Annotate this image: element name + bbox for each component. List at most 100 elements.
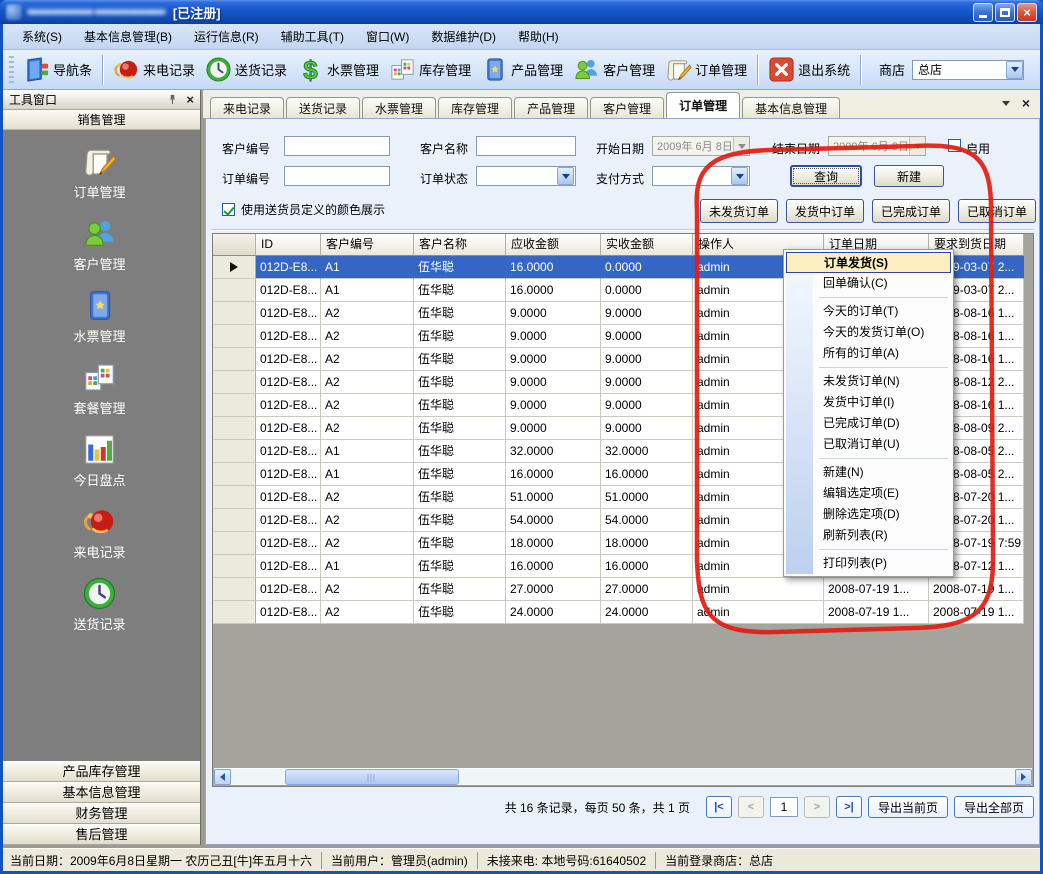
delivery-color-checkbox[interactable] [222,203,235,216]
column-header-应收金额[interactable]: 应收金额 [506,234,601,256]
context-menu-item-7[interactable]: 未发货订单(N) [786,371,951,392]
context-menu-item-8[interactable]: 发货中订单(I) [786,392,951,413]
context-menu-item-14[interactable]: 删除选定项(D) [786,504,951,525]
toolbar-button-dollar[interactable]: $水票管理 [292,54,384,85]
status-filter-button-0[interactable]: 未发货订单 [700,199,778,223]
start-date-picker[interactable]: 2009年 6月 8日 [652,136,750,156]
new-button[interactable]: 新建 [874,165,944,187]
order-status-select[interactable] [476,166,576,186]
query-button[interactable]: 查询 [790,165,862,187]
tool-window-close-button[interactable]: × [186,94,194,105]
sidebar-item-来电记录[interactable]: 来电记录 [3,504,196,561]
tab-基本信息管理[interactable]: 基本信息管理 [742,97,840,118]
toolbar-button-bell[interactable]: 来电记录 [108,54,200,85]
sidebar-group-产品库存管理[interactable]: 产品库存管理 [3,761,200,782]
end-date-picker[interactable]: 2009年 6月 8日 [828,136,926,156]
sidebar-group-基本信息管理[interactable]: 基本信息管理 [3,782,200,803]
shop-dropdown-icon[interactable] [1006,61,1023,79]
toolbar-button-clock[interactable]: 送货记录 [200,54,292,85]
toolbar-button-book[interactable]: 产品管理 [476,54,568,85]
scrollbar-thumb[interactable] [285,769,459,785]
end-date-dropdown-icon[interactable] [909,137,925,155]
start-date-dropdown-icon[interactable] [733,137,749,155]
context-menu-item-9[interactable]: 已完成订单(D) [786,413,951,434]
context-menu-item-3[interactable]: 今天的订单(T) [786,301,951,322]
tab-来电记录[interactable]: 来电记录 [210,97,284,118]
sidebar-group-sales[interactable]: 销售管理 [3,110,200,130]
toolbar-button-scrollpen[interactable]: 订单管理 [660,54,752,85]
tab-库存管理[interactable]: 库存管理 [438,97,512,118]
scroll-right-arrow[interactable] [1015,769,1032,785]
column-header-客户编号[interactable]: 客户编号 [321,234,414,256]
toolbar-button-grid[interactable]: 库存管理 [384,54,476,85]
horizontal-scrollbar[interactable] [214,768,1032,785]
row-selector[interactable] [213,555,256,578]
minimize-button[interactable] [973,3,993,22]
tab-close-button[interactable]: × [1022,97,1030,109]
context-menu-item-1[interactable]: 回单确认(C) [786,273,951,294]
pay-method-dropdown-icon[interactable] [731,167,748,185]
row-selector[interactable] [213,394,256,417]
row-selector[interactable] [213,371,256,394]
row-selector[interactable] [213,440,256,463]
column-header-客户名称[interactable]: 客户名称 [414,234,506,256]
export-current-page-button[interactable]: 导出当前页 [868,796,948,818]
menubar-item-0[interactable]: 系统(S) [11,24,73,49]
row-selector[interactable] [213,601,256,624]
context-menu-item-17[interactable]: 打印列表(P) [786,553,951,574]
menubar-item-6[interactable]: 帮助(H) [507,24,570,49]
pin-icon[interactable] [167,94,178,105]
row-selector[interactable] [213,463,256,486]
context-menu-item-15[interactable]: 刷新列表(R) [786,525,951,546]
column-header-ID[interactable]: ID [256,234,321,256]
shop-select[interactable]: 总店 [912,60,1024,80]
customer-name-input[interactable] [476,136,576,156]
column-header-实收金额[interactable]: 实收金额 [601,234,693,256]
sidebar-item-订单管理[interactable]: 订单管理 [3,144,196,201]
table-row[interactable]: 012D-E8...A2伍华聪24.000024.0000admin2008-0… [213,601,1033,624]
toolbar-button-people[interactable]: 客户管理 [568,54,660,85]
tab-客户管理[interactable]: 客户管理 [590,97,664,118]
menubar-item-5[interactable]: 数据维护(D) [420,24,507,49]
menubar-item-4[interactable]: 窗口(W) [355,24,420,49]
context-menu-item-12[interactable]: 新建(N) [786,462,951,483]
sidebar-group-财务管理[interactable]: 财务管理 [3,803,200,824]
menubar-item-1[interactable]: 基本信息管理(B) [73,24,183,49]
status-filter-button-1[interactable]: 发货中订单 [786,199,864,223]
enable-checkbox[interactable] [948,139,961,152]
menubar-item-2[interactable]: 运行信息(R) [183,24,270,49]
tab-list-dropdown-icon[interactable] [1002,101,1010,106]
row-selector[interactable] [213,302,256,325]
row-selector[interactable] [213,279,256,302]
first-page-button[interactable]: |< [706,796,732,818]
sidebar-item-水票管理[interactable]: 水票管理 [3,288,196,345]
status-filter-button-2[interactable]: 已完成订单 [872,199,950,223]
customer-no-input[interactable] [284,136,390,156]
row-selector[interactable] [213,532,256,555]
menubar-item-3[interactable]: 辅助工具(T) [270,24,355,49]
tab-水票管理[interactable]: 水票管理 [362,97,436,118]
last-page-button[interactable]: >| [836,796,862,818]
next-page-button[interactable]: > [804,796,830,818]
status-filter-button-3[interactable]: 已取消订单 [958,199,1036,223]
toolbar-button-navbook[interactable]: 导航条 [18,54,97,85]
context-menu-item-10[interactable]: 已取消订单(U) [786,434,951,455]
prev-page-button[interactable]: < [738,796,764,818]
sidebar-item-今日盘点[interactable]: 今日盘点 [3,432,196,489]
sidebar-item-送货记录[interactable]: 送货记录 [3,576,196,633]
table-row[interactable]: 012D-E8...A2伍华聪27.000027.0000admin2008-0… [213,578,1033,601]
scroll-left-arrow[interactable] [214,769,231,785]
row-selector[interactable] [213,348,256,371]
maximize-button[interactable] [995,3,1015,22]
tab-产品管理[interactable]: 产品管理 [514,97,588,118]
page-number-input[interactable] [770,797,798,817]
tab-送货记录[interactable]: 送货记录 [286,97,360,118]
sidebar-group-售后管理[interactable]: 售后管理 [3,824,200,845]
row-selector[interactable] [213,486,256,509]
row-selector[interactable] [213,417,256,440]
context-menu-item-4[interactable]: 今天的发货订单(O) [786,322,951,343]
order-no-input[interactable] [284,166,390,186]
pay-method-select[interactable] [652,166,750,186]
order-status-dropdown-icon[interactable] [557,167,574,185]
sidebar-item-客户管理[interactable]: 客户管理 [3,216,196,273]
